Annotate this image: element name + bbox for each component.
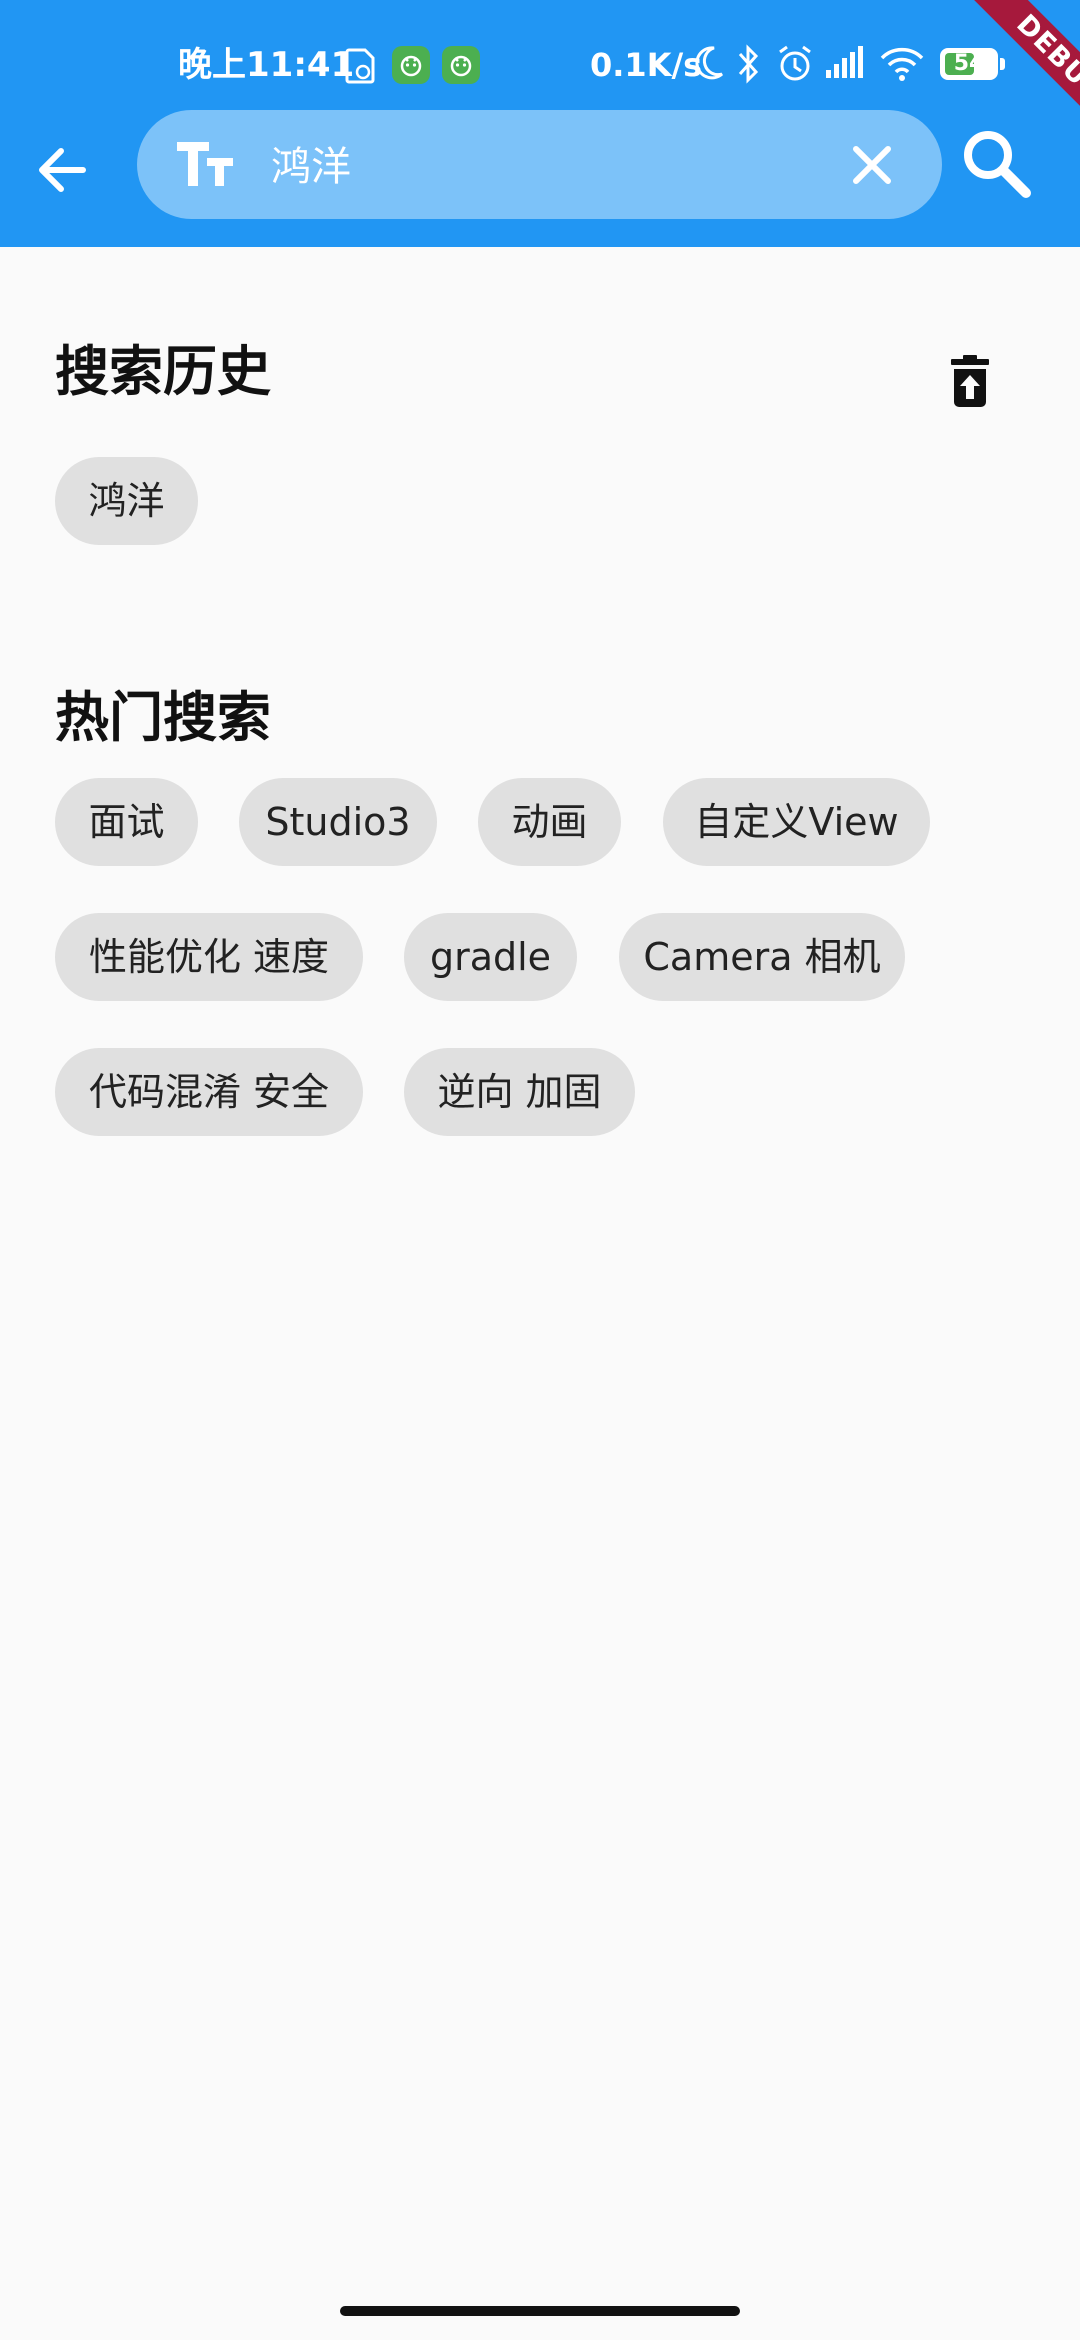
status-time: 晚上11:41 <box>178 45 355 85</box>
wifi-icon <box>880 47 924 81</box>
hot-chip[interactable]: 动画 <box>478 778 621 866</box>
app-notification-icon <box>392 46 430 84</box>
search-button[interactable] <box>955 122 1037 204</box>
hot-chip[interactable]: Studio3 <box>239 778 437 866</box>
hot-chip[interactable]: 性能优化 速度 <box>55 913 363 1001</box>
alarm-icon <box>779 45 811 81</box>
hot-chip[interactable]: gradle <box>404 913 577 1001</box>
hot-chip[interactable]: 代码混淆 安全 <box>55 1048 363 1136</box>
battery-level: 54 <box>953 51 985 76</box>
search-input[interactable] <box>271 128 831 198</box>
hot-chip[interactable]: 自定义View <box>663 778 930 866</box>
close-icon <box>853 146 891 184</box>
arrow-back-icon <box>39 148 86 192</box>
home-indicator[interactable] <box>340 2306 740 2316</box>
status-bar: 晚上11:41 0.1K/s 54 <box>0 0 1080 120</box>
app-bar: 晚上11:41 0.1K/s 54 鸿洋 DEBUG <box>0 0 1080 247</box>
network-speed: 0.1K/s <box>590 46 703 84</box>
text-fields-icon[interactable] <box>177 138 237 192</box>
search-bar <box>137 110 942 219</box>
signal-icon <box>826 46 863 78</box>
file-sync-icon <box>345 48 375 84</box>
delete-restore-icon <box>951 355 989 407</box>
hot-title: 热门搜索 <box>55 686 271 749</box>
history-chip[interactable]: 鸿洋 <box>55 457 198 545</box>
search-icon <box>964 131 1031 198</box>
hot-chip[interactable]: 面试 <box>55 778 198 866</box>
history-title: 搜索历史 <box>55 340 271 403</box>
moon-icon <box>695 46 724 80</box>
bluetooth-icon <box>738 44 759 84</box>
clear-button[interactable] <box>842 135 902 195</box>
back-button[interactable] <box>26 134 98 206</box>
delete-history-button[interactable] <box>940 348 1000 414</box>
battery-icon: 54 <box>940 48 998 80</box>
battery-tip <box>1000 58 1005 70</box>
hot-chip[interactable]: 逆向 加固 <box>404 1048 635 1136</box>
app-notification-icon <box>442 46 480 84</box>
hot-chip[interactable]: Camera 相机 <box>619 913 905 1001</box>
